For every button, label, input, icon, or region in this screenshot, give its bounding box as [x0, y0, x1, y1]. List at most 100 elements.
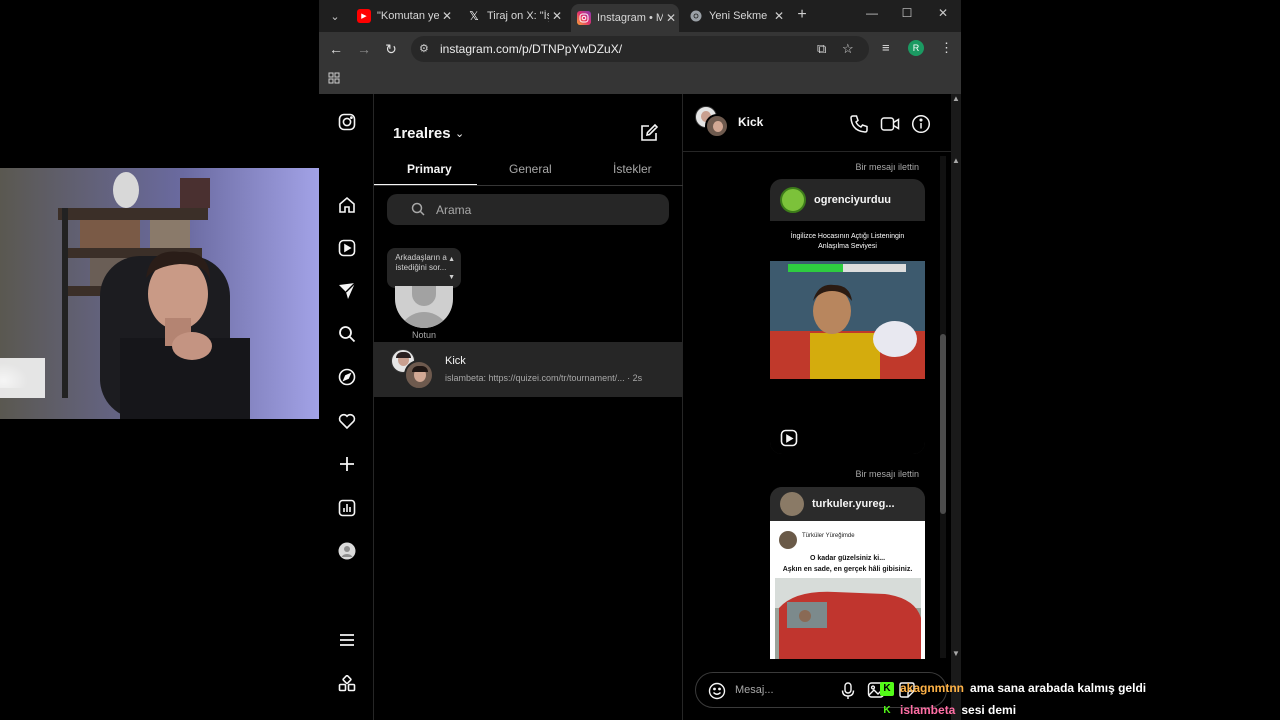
conversation-preview: islambeta: https://quizei.com/tr/tournam… [445, 373, 643, 383]
tab-primary[interactable]: Primary [407, 162, 452, 176]
shared-reel-card[interactable]: ogrenciyurduu İngilizce Hocasının Açtığı… [770, 179, 925, 454]
thread-header: Kick [683, 94, 961, 152]
new-tab-icon[interactable]: + [793, 6, 811, 24]
account-avatar [780, 187, 806, 213]
reel-thumbnail [770, 261, 925, 454]
dashboard-icon[interactable] [336, 497, 358, 519]
instagram-logo-icon[interactable] [336, 111, 358, 133]
thread-avatar-secondary[interactable] [705, 114, 729, 138]
tab-title: Yeni Sekme [709, 10, 768, 22]
scroll-up-icon: ▲ [448, 256, 455, 263]
meta-apps-icon[interactable] [336, 673, 358, 695]
chat-message: Kislambeta sesi demi [880, 703, 1016, 720]
inbox-panel: 1realres ⌄ Primary General İstekler Aram… [374, 94, 683, 720]
reel-header: ogrenciyurduu [770, 179, 925, 221]
bookmarks-bar [319, 66, 961, 94]
tweet-author: Türküler Yüreğimde [802, 533, 855, 539]
instagram-icon [577, 11, 591, 25]
screen: ⌄ ▶ "Komutan yer ✕ 𝕏 Tiraj on X: "İş ✕ I… [0, 0, 1280, 720]
conversation-info-icon[interactable] [911, 114, 931, 134]
minimize-icon[interactable]: — [862, 6, 882, 20]
chevron-down-icon[interactable]: ⌄ [455, 127, 464, 140]
reels-icon[interactable] [336, 237, 358, 259]
chat-message: Kakagnmtnn ama sana arabada kalmış geldi [880, 681, 1146, 699]
instagram-page: 1realres ⌄ Primary General İstekler Aram… [319, 94, 961, 720]
tab-x[interactable]: 𝕏 Tiraj on X: "İş ✕ [461, 4, 565, 28]
phone-call-icon[interactable] [849, 114, 869, 134]
account-avatar [780, 492, 804, 516]
menu-kebab-icon[interactable]: ⋮ [940, 40, 953, 56]
apps-grid-icon[interactable] [328, 72, 340, 87]
reel-caption: İngilizce Hocasının Açtığı Listeningin A… [770, 221, 925, 261]
tab-new-tab[interactable]: Yeni Sekme ✕ [683, 4, 787, 28]
note-avatar[interactable] [395, 286, 453, 328]
close-tab-icon[interactable]: ✕ [663, 11, 679, 25]
conversation-item[interactable]: Kick islambeta: https://quizei.com/tr/to… [374, 342, 683, 397]
close-tab-icon[interactable]: ✕ [771, 9, 787, 23]
note-text: Arkadaşların a istediğini sor... [395, 253, 447, 272]
active-tab-underline [374, 184, 477, 185]
post-image: Türküler Yüreğimde O kadar güzelsiniz ki… [770, 521, 925, 659]
shared-post-card[interactable]: turkuler.yureg... Türküler Yüreğimde O k… [770, 487, 925, 659]
close-tab-icon[interactable]: ✕ [549, 9, 565, 23]
scroll-down-arrow-icon[interactable]: ▼ [952, 649, 960, 658]
address-bar[interactable]: ⚙ instagram.com/p/DTNPpYwDZuX/ ⧉ ☆ [411, 36, 869, 62]
search-placeholder: Arama [436, 203, 472, 217]
reading-list-icon[interactable]: ≡ [882, 40, 890, 55]
group-avatar-secondary [404, 360, 434, 390]
tab-title: Tiraj on X: "İş [487, 10, 549, 22]
tab-requests[interactable]: İstekler [613, 162, 652, 176]
back-icon[interactable]: ← [327, 40, 345, 58]
messages-icon[interactable] [336, 280, 358, 302]
search-icon[interactable] [336, 323, 358, 345]
maximize-icon[interactable]: ☐ [897, 6, 917, 20]
thread-name[interactable]: Kick [738, 115, 763, 129]
url-text: instagram.com/p/DTNPpYwDZuX/ [440, 42, 623, 56]
kick-badge-icon: K [880, 681, 894, 696]
microphone-icon[interactable] [841, 682, 855, 705]
forward-icon[interactable]: → [355, 40, 373, 58]
video-call-icon[interactable] [880, 114, 900, 134]
profile-avatar[interactable]: R [908, 40, 924, 56]
scroll-down-icon: ▼ [448, 274, 455, 281]
create-plus-icon[interactable] [336, 453, 358, 475]
close-tab-icon[interactable]: ✕ [439, 9, 455, 23]
tab-title: "Komutan yer [377, 10, 439, 22]
more-menu-icon[interactable] [336, 629, 358, 651]
search-icon [411, 202, 425, 221]
bookmark-star-icon[interactable]: ☆ [842, 41, 854, 57]
close-window-icon[interactable]: ✕ [933, 6, 953, 20]
tab-general[interactable]: General [509, 162, 552, 176]
tab-search-icon[interactable]: ⌄ [325, 6, 345, 26]
account-username[interactable]: 1realres [393, 125, 451, 142]
install-app-icon[interactable]: ⧉ [817, 41, 826, 57]
notifications-heart-icon[interactable] [336, 410, 358, 432]
page-scrollbar[interactable]: ▲ ▲ ▼ [951, 94, 961, 720]
chat-text: sesi demi [961, 703, 1017, 717]
site-info-icon[interactable]: ⚙ [419, 42, 433, 56]
emoji-icon[interactable] [708, 682, 726, 705]
compose-icon[interactable] [639, 123, 659, 143]
search-input[interactable]: Arama [387, 194, 669, 225]
account-name: ogrenciyurduu [814, 194, 892, 206]
profile-avatar-icon[interactable] [336, 540, 358, 562]
inbox-tabs: Primary General İstekler [374, 158, 683, 186]
tab-strip: ⌄ ▶ "Komutan yer ✕ 𝕏 Tiraj on X: "İş ✕ I… [319, 0, 961, 32]
home-icon[interactable] [336, 194, 358, 216]
scroll-up-arrow-icon[interactable]: ▲ [952, 156, 960, 165]
explore-icon[interactable] [336, 366, 358, 388]
tab-title: Instagram • M [597, 12, 663, 24]
tab-instagram[interactable]: Instagram • M ✕ [571, 4, 679, 32]
thread-scrollbar-thumb[interactable] [940, 334, 946, 514]
reload-icon[interactable]: ↻ [382, 40, 400, 58]
youtube-icon: ▶ [357, 9, 371, 23]
browser-window: ⌄ ▶ "Komutan yer ✕ 𝕏 Tiraj on X: "İş ✕ I… [319, 0, 961, 720]
tweet-line: O kadar güzelsiniz ki... [809, 555, 886, 562]
chrome-icon [689, 9, 703, 23]
tab-youtube[interactable]: ▶ "Komutan yer ✕ [351, 4, 455, 28]
caption-line: Anlaşılma Seviyesi [818, 243, 877, 250]
scroll-up-arrow-icon[interactable]: ▲ [952, 94, 960, 103]
note-bubble[interactable]: Arkadaşların a istediğini sor... ▲ ▼ [387, 248, 461, 288]
post-header: turkuler.yureg... [770, 487, 925, 521]
chat-username: islambeta [900, 703, 956, 717]
